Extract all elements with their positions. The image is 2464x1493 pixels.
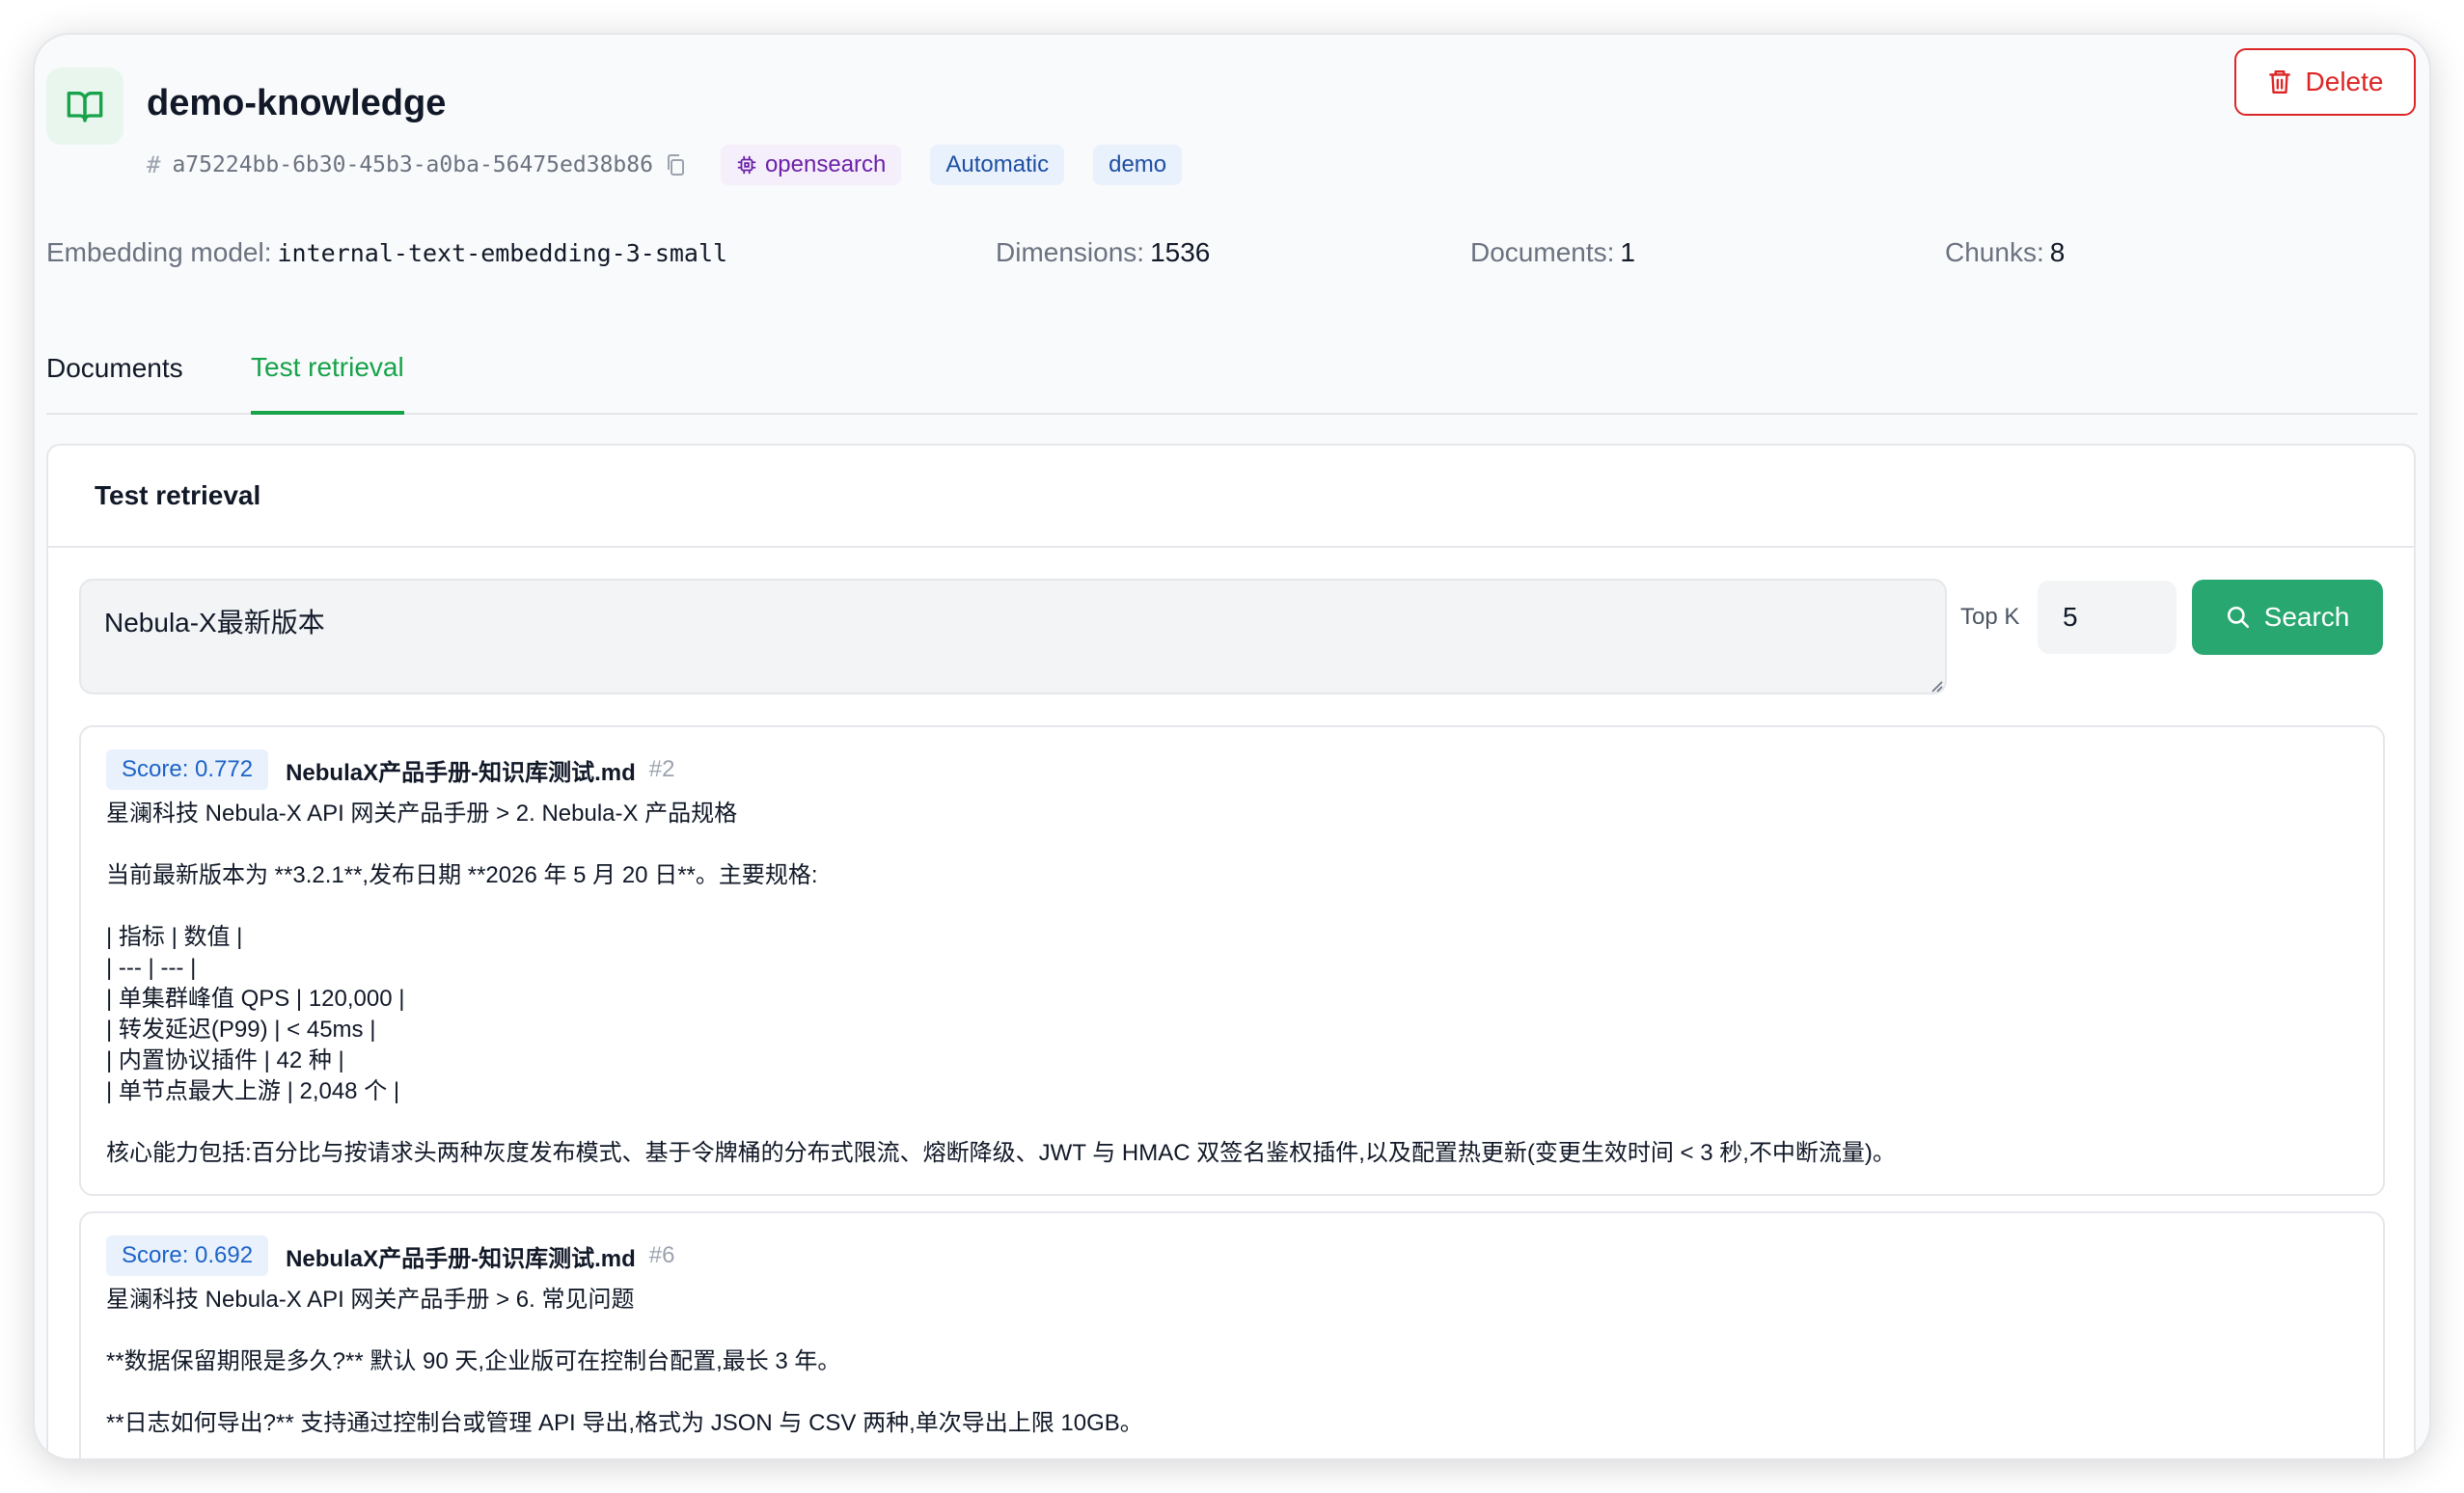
tab-test-retrieval[interactable]: Test retrieval	[251, 324, 404, 415]
search-icon	[2226, 605, 2251, 630]
stat-value: internal-text-embedding-3-small	[277, 239, 728, 267]
delete-label: Delete	[2305, 67, 2384, 96]
tab-bar: Documents Test retrieval	[46, 324, 2418, 415]
knowledge-base-id-text: a75224bb-6b30-45b3-a0ba-56475ed38b86	[172, 152, 653, 177]
tab-documents[interactable]: Documents	[46, 324, 183, 413]
book-icon	[46, 68, 123, 145]
stat-label: Documents:	[1470, 237, 1615, 267]
document-name: NebulaX产品手册-知识库测试.md	[286, 1245, 636, 1272]
query-input[interactable]: Nebula-X最新版本	[79, 579, 1947, 694]
document-name: NebulaX产品手册-知识库测试.md	[286, 759, 636, 786]
trash-icon	[2267, 68, 2292, 95]
search-label: Search	[2263, 602, 2350, 632]
stat-value: 8	[2049, 237, 2066, 267]
chunk-index: #6	[648, 1242, 675, 1268]
score-badge: Score: 0.692	[106, 1235, 269, 1276]
stat-documents: Documents: 1	[1470, 237, 1635, 268]
score-badge: Score: 0.772	[106, 749, 269, 790]
app-window: demo-knowledge # a75224bb-6b30-45b3-a0ba…	[35, 35, 2429, 1458]
stat-embedding-model: Embedding model: internal-text-embedding…	[46, 237, 727, 268]
test-retrieval-card: Test retrieval Nebula-X最新版本 Top K Search…	[46, 444, 2416, 1458]
knowledge-base-title: demo-knowledge	[147, 83, 447, 123]
resize-handle-icon[interactable]	[1930, 679, 1943, 697]
tag-mode: Automatic	[930, 145, 1065, 185]
card-title: Test retrieval	[48, 446, 2414, 548]
tag-vector-store: opensearch	[720, 145, 902, 185]
hash-icon: #	[147, 151, 161, 178]
stat-value: 1536	[1150, 237, 1211, 267]
search-button[interactable]: Search	[2192, 580, 2383, 655]
result-card: Score: 0.692 NebulaX产品手册-知识库测试.md #6 星澜科…	[79, 1211, 2385, 1458]
result-header: Score: 0.692 NebulaX产品手册-知识库测试.md #6	[106, 1235, 2358, 1277]
result-card: Score: 0.772 NebulaX产品手册-知识库测试.md #2 星澜科…	[79, 725, 2385, 1196]
chunk-index: #2	[648, 756, 675, 782]
stat-label: Chunks:	[1945, 237, 2044, 267]
stat-value: 1	[1620, 237, 1635, 267]
knowledge-base-id: # a75224bb-6b30-45b3-a0ba-56475ed38b86	[147, 151, 653, 178]
knowledge-base-meta: # a75224bb-6b30-45b3-a0ba-56475ed38b86 o…	[147, 143, 1211, 187]
result-header: Score: 0.772 NebulaX产品手册-知识库测试.md #2	[106, 748, 2358, 791]
stat-dimensions: Dimensions: 1536	[996, 237, 1210, 268]
stat-chunks: Chunks: 8	[1945, 237, 2065, 268]
chunk-content: 星澜科技 Nebula-X API 网关产品手册 > 2. Nebula-X 产…	[106, 801, 1896, 1166]
delete-button[interactable]: Delete	[2234, 48, 2416, 116]
chip-icon	[736, 154, 757, 176]
topk-input[interactable]	[2038, 581, 2177, 654]
tag-label: opensearch	[764, 151, 887, 177]
copy-icon[interactable]	[665, 153, 686, 176]
topk-label: Top K	[1960, 604, 2020, 630]
tag-custom: demo	[1093, 145, 1183, 185]
stat-label: Dimensions:	[996, 237, 1145, 267]
chunk-content: 星澜科技 Nebula-X API 网关产品手册 > 6. 常见问题 **数据保…	[106, 1287, 1143, 1436]
stat-label: Embedding model:	[46, 237, 272, 267]
